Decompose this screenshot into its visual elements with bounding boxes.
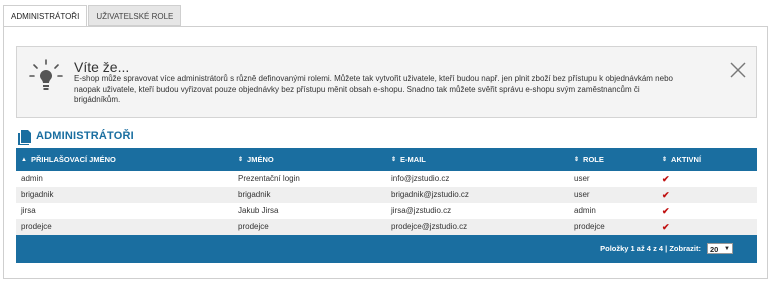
cell-active: ✔ [657,203,757,219]
section-title: ADMINISTRÁTOŘI [36,130,134,142]
lightbulb-icon [29,59,63,90]
page-size-value: 20 [710,245,719,254]
table-row[interactable]: brigadnik brigadnik brigadnik@jzstudio.c… [16,187,757,203]
check-icon: ✔ [662,206,670,216]
cell-active: ✔ [657,187,757,203]
sort-icon: ⇕ [238,156,244,163]
table-header: ▲ PŘIHLAŠOVACÍ JMÉNO ⇕ JMÉNO ⇕ E-MAIL ⇕ ROLE… [16,148,757,171]
column-label: PŘIHLAŠOVACÍ JMÉNO [30,155,116,164]
cell-role: admin [574,206,596,215]
column-header-role[interactable]: ⇕ ROLE [569,148,657,171]
cell-login: brigadnik [21,190,54,199]
cell-name: Jakub Jirsa [238,206,279,215]
column-header-name[interactable]: ⇕ JMÉNO [233,148,386,171]
table-row[interactable]: jirsa Jakub Jirsa jirsa@jzstudio.cz admi… [16,203,757,219]
cell-role: prodejce [574,222,605,231]
tab-administrators[interactable]: ADMINISTRÁTOŘI [3,5,88,27]
cell-login: jirsa [21,206,36,215]
table-row[interactable]: prodejce prodejce prodejce@jzstudio.cz p… [16,219,757,235]
column-label: AKTIVNÍ [671,155,702,164]
check-icon: ✔ [662,174,670,184]
cell-role: user [574,174,590,183]
cell-email: jirsa@jzstudio.cz [391,206,452,215]
table-footer: Položky 1 až 4 z 4 | Zobrazit: 20 ▼ [16,235,757,263]
tab-bar: ADMINISTRÁTOŘI UŽIVATELSKÉ ROLE [3,5,182,27]
tab-user-roles[interactable]: UŽIVATELSKÉ ROLE [88,5,182,26]
column-label: ROLE [583,155,604,164]
cell-email: brigadnik@jzstudio.cz [391,190,469,199]
close-icon[interactable] [730,62,746,78]
column-label: E-MAIL [400,155,426,164]
cell-name: prodejce [238,222,269,231]
table-row[interactable]: admin Prezentační login info@jzstudio.cz… [16,171,757,187]
cell-email: prodejce@jzstudio.cz [391,222,468,231]
sort-asc-icon: ▲ [21,156,27,163]
cell-login: prodejce [21,222,52,231]
sort-icon: ⇕ [391,156,397,163]
check-icon: ✔ [662,190,670,200]
cell-login: admin [21,174,43,183]
cell-name: Prezentační login [238,174,300,183]
administrators-table: ▲ PŘIHLAŠOVACÍ JMÉNO ⇕ JMÉNO ⇕ E-MAIL ⇕ ROLE… [16,148,757,263]
column-label: JMÉNO [247,155,274,164]
chevron-down-icon: ▼ [724,246,730,252]
column-header-login[interactable]: ▲ PŘIHLAŠOVACÍ JMÉNO [16,148,233,171]
info-text: E-shop může spravovat více administrátor… [74,74,673,104]
cell-email: info@jzstudio.cz [391,174,450,183]
pager-info: Položky 1 až 4 z 4 | Zobrazit: [600,244,701,253]
cell-name: brigadnik [238,190,271,199]
column-header-email[interactable]: ⇕ E-MAIL [386,148,569,171]
info-box: Víte že... E-shop může spravovat více ad… [16,46,757,118]
sort-icon: ⇕ [574,156,580,163]
check-icon: ✔ [662,222,670,232]
cell-active: ✔ [657,171,757,187]
column-header-active[interactable]: ⇕ AKTIVNÍ [657,148,757,171]
page-size-select[interactable]: 20 ▼ [707,243,733,254]
info-title: Víte že... [74,59,130,75]
cell-role: user [574,190,590,199]
sort-icon: ⇕ [662,156,668,163]
cell-active: ✔ [657,219,757,235]
document-icon [18,130,31,145]
